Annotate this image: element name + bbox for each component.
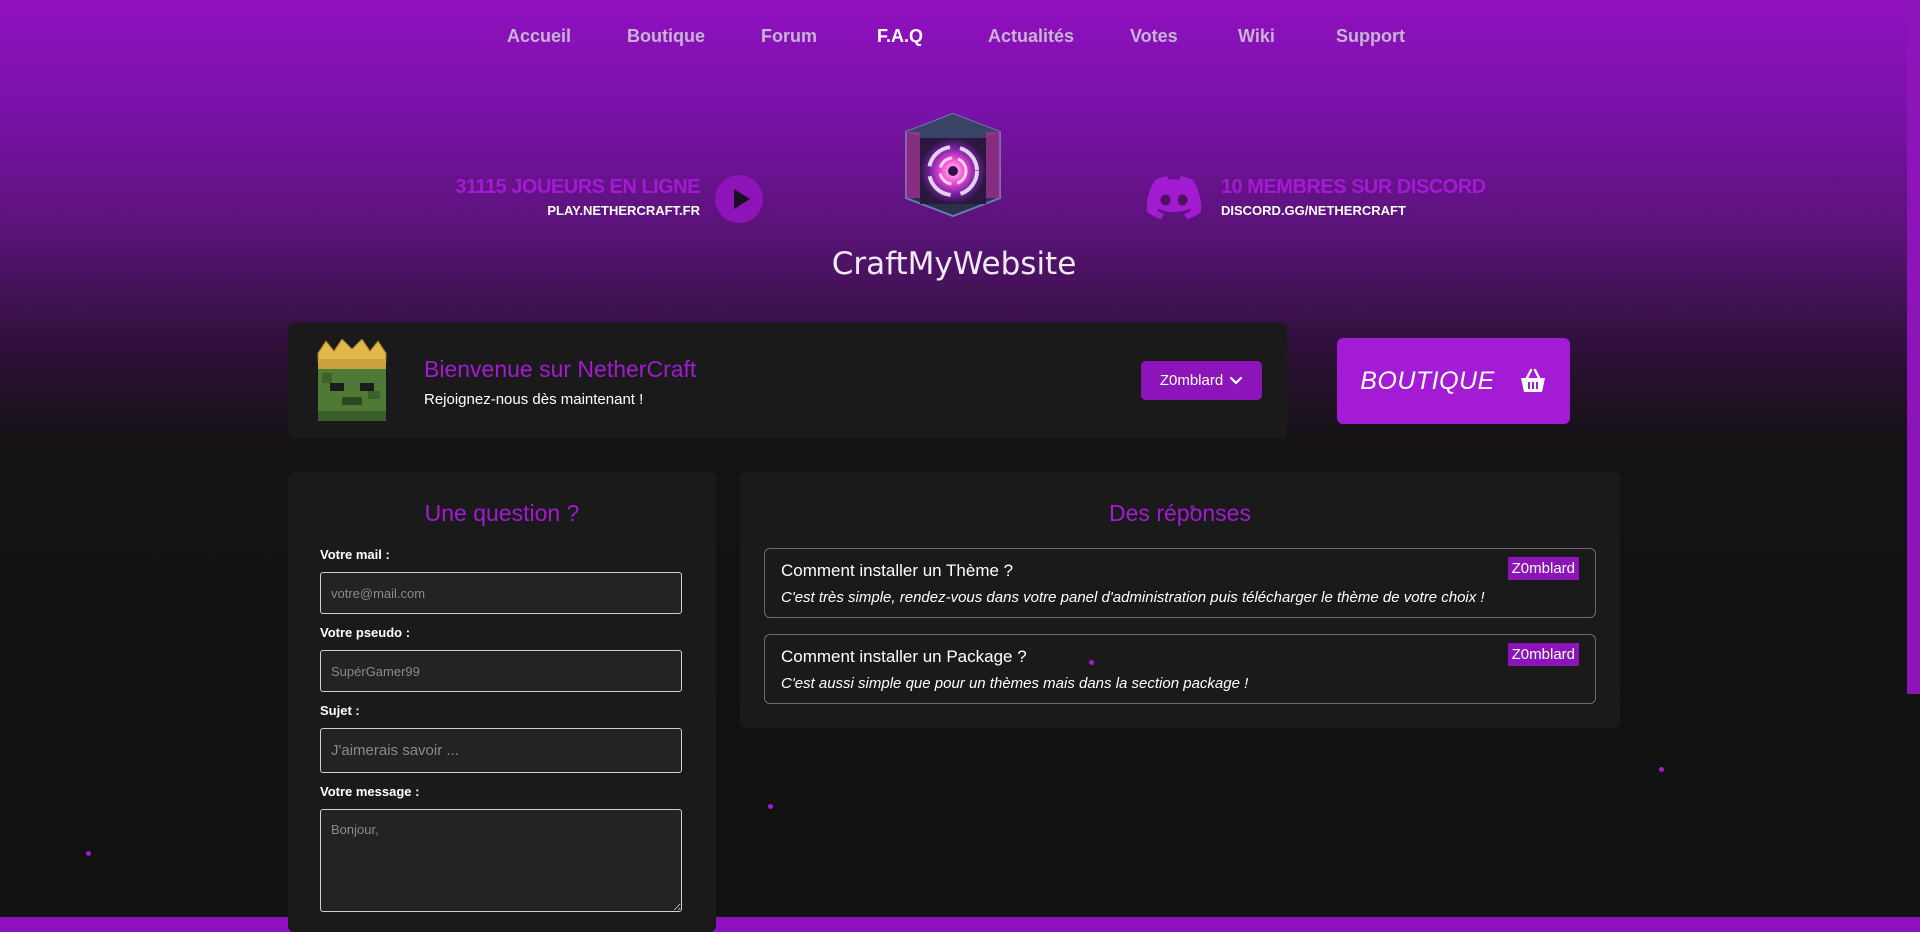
server-ip[interactable]: PLAY.NETHERCRAFT.FR — [440, 203, 700, 218]
particle-dot — [1089, 660, 1094, 665]
answers-panel: Des réponses Comment installer un Thème … — [740, 472, 1620, 728]
play-circle-icon — [734, 189, 750, 209]
message-label: Votre message : — [320, 784, 420, 799]
server-logo — [905, 112, 1001, 218]
play-button[interactable] — [715, 175, 763, 223]
user-menu-label: Z0mblard — [1159, 372, 1224, 389]
shop-button-label: BOUTIQUE — [1360, 366, 1495, 395]
subject-label: Sujet : — [320, 703, 360, 718]
question-panel: Une question ? Votre mail : Votre pseudo… — [288, 472, 716, 932]
nav-item-faq[interactable]: F.A.Q — [877, 26, 923, 47]
particle-dot — [1190, 505, 1195, 510]
nav-item-actualites[interactable]: Actualités — [988, 26, 1074, 47]
faq-question: Comment installer un Package ? — [781, 647, 1027, 666]
shop-button[interactable]: BOUTIQUE — [1337, 338, 1570, 424]
welcome-banner: Bienvenue sur NetherCraft Rejoignez-nous… — [288, 323, 1287, 439]
pseudo-label: Votre pseudo : — [320, 625, 411, 640]
nav-item-votes[interactable]: Votes — [1130, 26, 1178, 47]
nav-item-boutique[interactable]: Boutique — [627, 26, 705, 47]
chevron-down-icon — [1230, 376, 1243, 384]
nav-item-wiki[interactable]: Wiki — [1238, 26, 1275, 47]
welcome-subtitle: Rejoignez-nous dès maintenant ! — [424, 391, 644, 408]
faq-answer: C'est aussi simple que pour un thèmes ma… — [781, 675, 1249, 692]
faq-author-badge: Z0mblard — [1507, 557, 1579, 580]
site-name: CraftMyWebsite — [831, 246, 1077, 282]
faq-item[interactable]: Comment installer un Thème ? C'est très … — [764, 548, 1596, 618]
message-field[interactable] — [320, 809, 682, 912]
player-avatar — [317, 339, 387, 421]
players-online-stat: 31115 JOUEURS EN LIGNE PLAY.NETHERCRAFT.… — [440, 176, 700, 218]
nav-item-forum[interactable]: Forum — [761, 26, 817, 47]
shopping-basket-icon — [1520, 368, 1545, 392]
faq-author-badge: Z0mblard — [1507, 643, 1579, 666]
email-label: Votre mail : — [320, 547, 390, 562]
faq-answer: C'est très simple, rendez-vous dans votr… — [781, 589, 1485, 606]
faq-item[interactable]: Comment installer un Package ? C'est aus… — [764, 634, 1596, 704]
question-panel-title: Une question ? — [424, 500, 580, 526]
particle-dot — [768, 804, 773, 809]
answers-panel-title: Des réponses — [1109, 500, 1251, 526]
nav-item-support[interactable]: Support — [1336, 26, 1405, 47]
page-scrollbar[interactable] — [1907, 0, 1920, 694]
subject-field[interactable] — [320, 728, 682, 773]
user-menu-button[interactable]: Z0mblard — [1141, 361, 1262, 400]
faq-question: Comment installer un Thème ? — [781, 561, 1014, 580]
players-online-count: 31115 JOUEURS EN LIGNE — [455, 176, 700, 198]
discord-icon[interactable] — [1146, 176, 1202, 220]
discord-members-count: 10 MEMBRES SUR DISCORD — [1221, 176, 1486, 198]
email-field[interactable] — [320, 572, 682, 614]
welcome-title: Bienvenue sur NetherCraft — [424, 356, 697, 382]
discord-link[interactable]: DISCORD.GG/NETHERCRAFT — [1221, 203, 1486, 218]
top-navigation: Accueil Boutique Forum F.A.Q Actualités … — [0, 0, 1920, 76]
pseudo-field[interactable] — [320, 650, 682, 692]
particle-dot — [1659, 767, 1664, 772]
nav-item-accueil[interactable]: Accueil — [507, 26, 571, 47]
particle-dot — [86, 851, 91, 856]
discord-members-stat: 10 MEMBRES SUR DISCORD DISCORD.GG/NETHER… — [1221, 176, 1486, 218]
